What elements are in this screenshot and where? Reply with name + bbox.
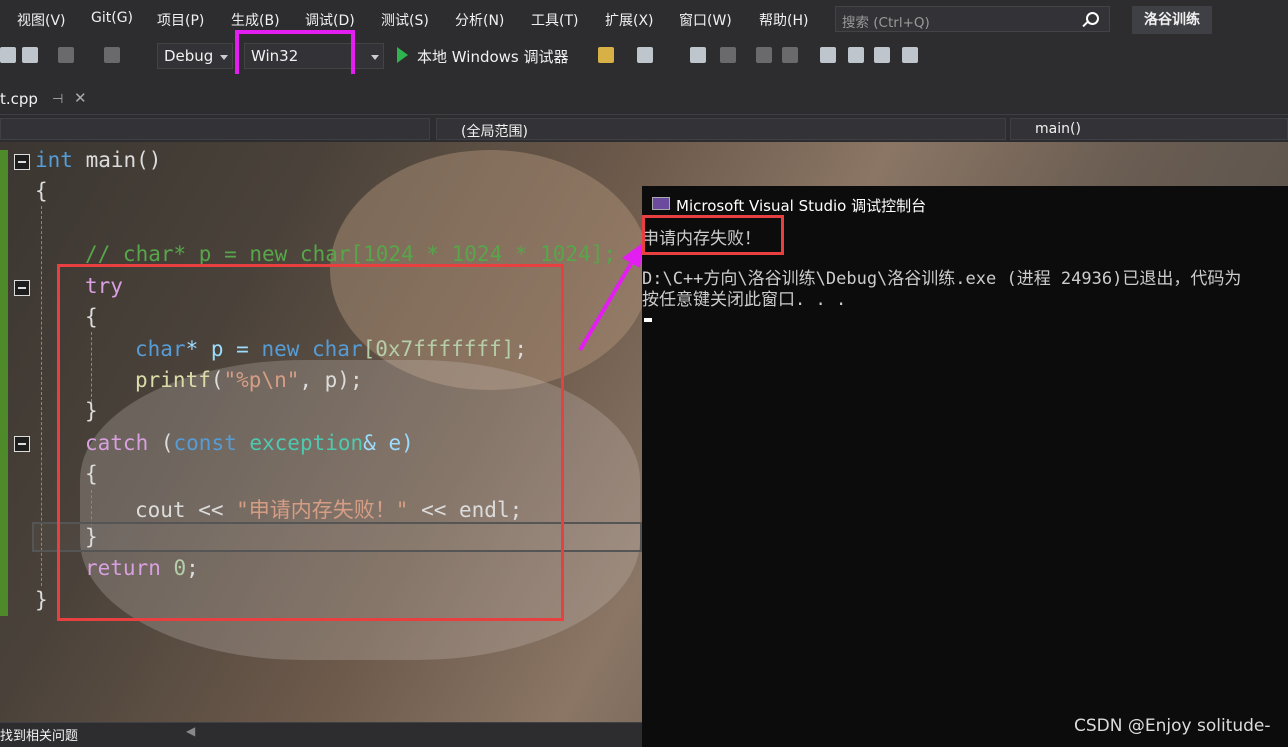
watermark: CSDN @Enjoy solitude- <box>1074 716 1271 736</box>
status-message: 找到相关问题 <box>0 729 79 744</box>
scroll-left-icon[interactable]: ◀ <box>186 724 195 738</box>
console-output-prompt: 按任意键关闭此窗口. . . <box>642 290 847 310</box>
console-app-icon <box>652 197 670 210</box>
console-error-highlight-box <box>642 215 784 255</box>
console-cursor <box>644 318 652 322</box>
console-title: Microsoft Visual Studio 调试控制台 <box>676 197 927 215</box>
status-bar <box>0 722 642 747</box>
